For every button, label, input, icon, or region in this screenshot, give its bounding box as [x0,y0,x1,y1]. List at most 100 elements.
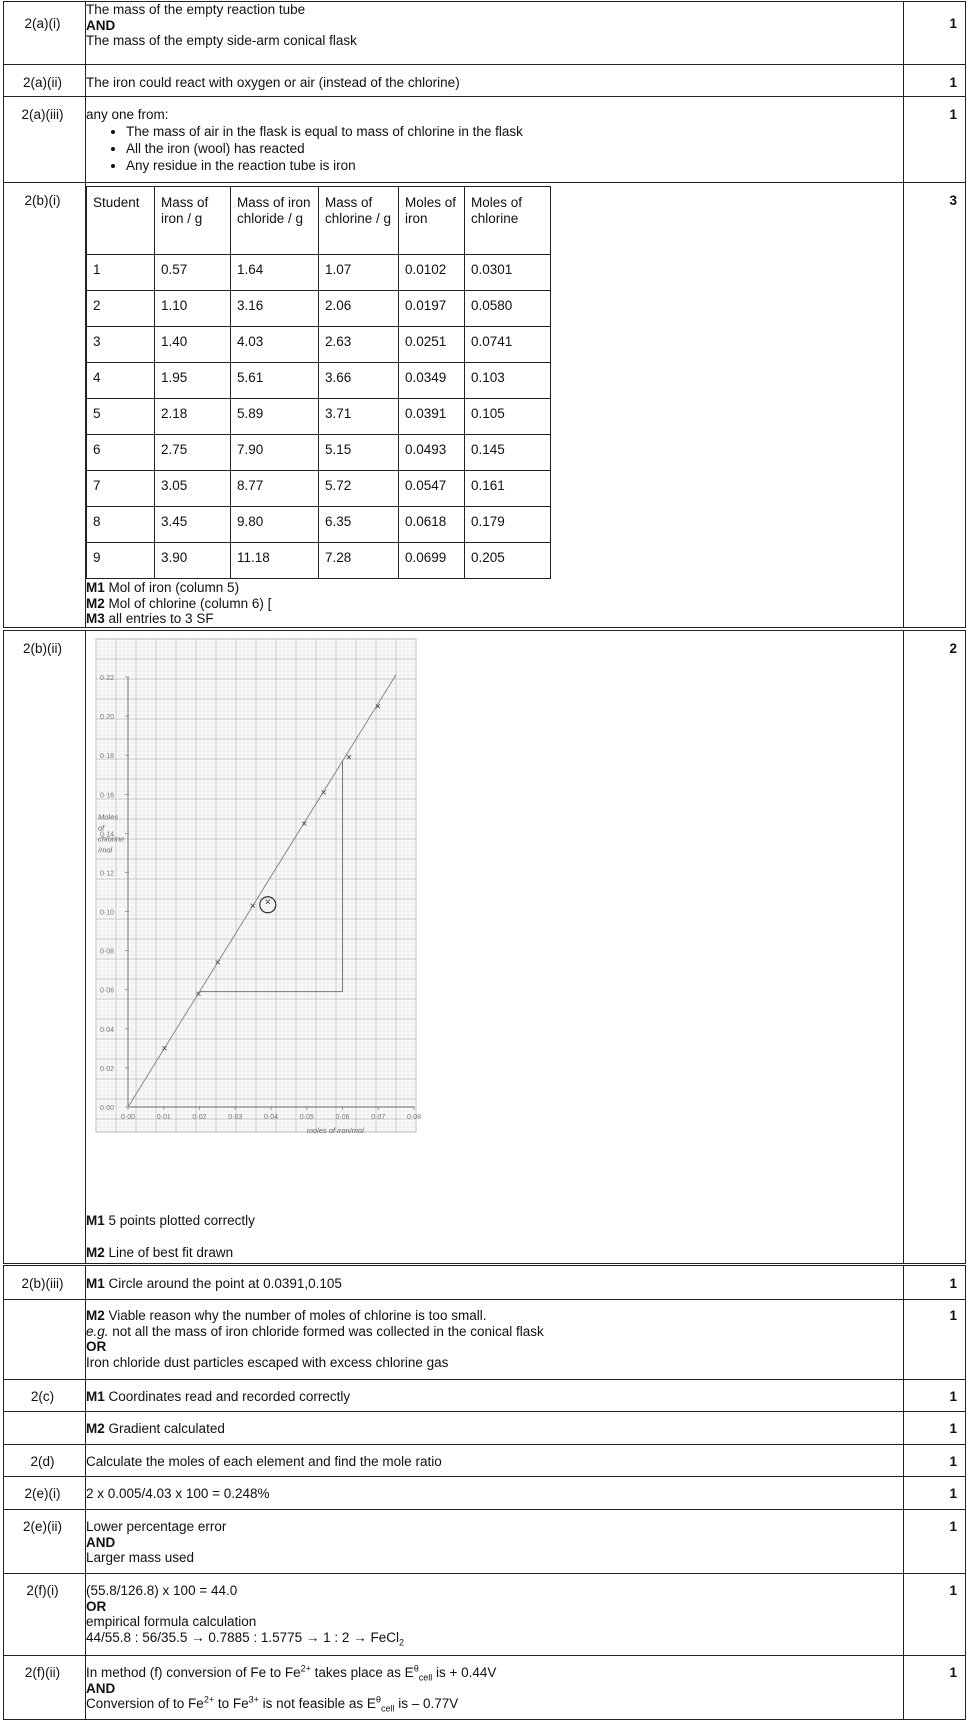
question-id: 2(e)(ii) [23,1519,62,1534]
y-tick-label: 0·12 [100,870,114,877]
answer-line: The mass of the empty side-arm conical f… [86,33,357,48]
marking-point: M3 all entries to 3 SF [86,611,903,627]
cell: 5.15 [318,434,399,471]
text-part: to Fe [214,1696,249,1711]
row-2d: 2(d) Calculate the moles of each element… [3,1444,966,1477]
bullet-item: The mass of air in the flask is equal to… [126,123,903,140]
answer-line: Lower percentage error [86,1519,227,1534]
cell: 0.0547 [398,470,465,507]
table-row: 4 1.95 5.61 3.66 0.0349 0.103 [86,362,551,399]
x-tick-label: 0·04 [264,1114,278,1121]
table-row: 6 2.75 7.90 5.15 0.0493 0.145 [86,434,551,471]
example-text: not all the mass of iron chloride formed… [108,1323,544,1339]
text-part: is + 0.44V [432,1665,497,1680]
question-id: 2(f)(ii) [24,1665,61,1680]
cell: 3.45 [154,506,231,543]
header-cell: Mass of chlorine / g [318,186,399,255]
text-part: In method (f) conversion of Fe to Fe [86,1665,301,1680]
row-2b-iii-m1: 2(b)(iii) M1 Circle around the point at … [3,1265,966,1300]
row-2a-i: 2(a)(i) The mass of the empty reaction t… [3,1,966,65]
mark-value: 3 [949,193,957,208]
cell: 0.161 [464,470,551,507]
row-2c-m2: M2 Gradient calculated 1 [3,1411,966,1445]
header-cell: Mass of iron / g [154,186,231,255]
row-2a-iii: 2(a)(iii) any one from: The mass of air … [3,96,966,183]
calc-text: 44/55.8 : 56/35.5 → 0.7885 : 1.5775 → 1 … [86,1629,399,1645]
marking-label: M1 [86,1389,105,1404]
row-2e-ii: 2(e)(ii) Lower percentage error AND Larg… [3,1509,966,1574]
mark-scheme-table-top: 2(a)(i) The mass of the empty reaction t… [3,1,966,628]
y-tick-label: 0·02 [100,1066,114,1073]
marking-point: M2 Viable reason why the number of moles… [86,1308,903,1324]
row-2e-i: 2(e)(i) 2 x 0.005/4.03 x 100 = 0.248% 1 [3,1476,966,1510]
answer-line: Calculate the moles of each element and … [86,1454,442,1469]
answer-line: Iron chloride dust particles escaped wit… [86,1354,449,1370]
cell: 3 [86,326,155,363]
marking-text: 5 points plotted correctly [104,1212,255,1228]
cell: 5.89 [230,398,319,435]
table-row: 2 1.10 3.16 2.06 0.0197 0.0580 [86,290,551,327]
results-table: Student Mass of iron / g Mass of iron ch… [86,186,551,579]
answer-and: AND [86,1534,116,1550]
marking-label: M1 [86,1276,105,1291]
marking-label: M2 [86,1421,105,1436]
question-id: 2(b)(ii) [23,641,62,656]
marking-point: M2 Mol of chlorine (column 6) [ [86,596,903,612]
answer-line: In method (f) conversion of Fe to Fe2+ t… [86,1663,903,1682]
superscript: 2+ [203,1694,215,1705]
mark-value: 1 [949,1308,957,1323]
cell: 2.63 [318,326,399,363]
row-2f-ii: 2(f)(ii) In method (f) conversion of Fe … [3,1655,966,1720]
superscript: 3+ [248,1694,259,1705]
marking-label: M2 [86,595,105,611]
y-tick-label: 0·18 [100,753,114,760]
header-cell: Student [86,186,155,255]
y-tick-label: 0·06 [100,988,114,995]
answer-line: 2 x 0.005/4.03 x 100 = 0.248% [86,1486,270,1501]
mark-value: 1 [949,1389,957,1404]
cell: 0.103 [464,362,551,399]
row-2a-ii: 2(a)(ii) The iron could react with oxyge… [3,64,966,97]
mark-value: 1 [949,1665,957,1680]
cell: 0.145 [464,434,551,471]
cell: 6.35 [318,506,399,543]
row-2b-iii-m2: M2 Viable reason why the number of moles… [3,1299,966,1380]
question-id: 2(b)(i) [24,193,61,208]
mark-value: 1 [949,16,957,31]
cell: 1.95 [154,362,231,399]
superscript: 2+ [300,1663,311,1674]
mark-value: 1 [949,1486,957,1501]
cell: 0.0618 [398,506,465,543]
marking-label: M3 [86,611,105,626]
table-row: 5 2.18 5.89 3.71 0.0391 0.105 [86,398,551,435]
cell: 8.77 [230,470,319,507]
graph-container: 0·22 0·20 0·18 0·16 0·14 0·12 0·10 0·08 0·06 0·04… [88,637,903,1203]
marking-text: all entries to 3 SF [104,611,214,626]
table-row: 3 1.40 4.03 2.63 0.0251 0.0741 [86,326,551,363]
x-tick-label: 0·00 [121,1114,135,1121]
header-cell: Moles of chlorine [464,186,551,255]
question-id: 2(a)(ii) [23,75,62,90]
cell: 3.90 [154,542,231,579]
subscript: 2 [398,1637,404,1648]
answer-line: empirical formula calculation [86,1614,257,1629]
question-id: 2(d) [30,1454,55,1469]
cell: 1.64 [230,254,319,291]
y-tick-label: 0·20 [100,714,114,721]
y-tick-label: 0·22 [100,675,114,682]
mark-value: 2 [949,641,957,656]
cell: 0.0251 [398,326,465,363]
cell: 0.57 [154,254,231,291]
row-2c-m1: 2(c) M1 Coordinates read and recorded co… [3,1379,966,1412]
y-tick-label: 0·08 [100,949,114,956]
y-axis-label: /mol [97,845,113,854]
x-tick-label: 0·03 [228,1114,242,1121]
text-part: Conversion of to Fe [86,1696,204,1711]
x-tick-label: 0·08 [407,1114,421,1121]
x-tick-label: 0·06 [335,1114,349,1121]
cell: 0.0197 [398,290,465,327]
cell: 0.0391 [398,398,465,435]
marking-label: M2 [86,1308,105,1323]
y-tick-label: 0·10 [100,910,114,917]
y-axis-label: chlorine [98,834,124,843]
